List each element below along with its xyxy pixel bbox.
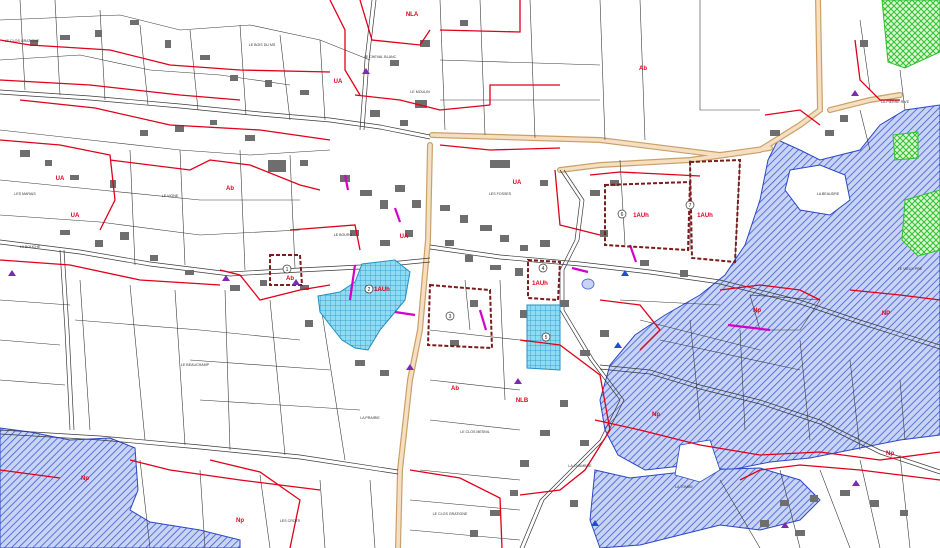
oap-marker[interactable]: 4 (538, 263, 548, 273)
oap-marker[interactable]: 2 (364, 284, 374, 294)
zone-label: Np (652, 412, 660, 418)
zone-label: Np (886, 451, 894, 457)
place-name: LES FOSSES (489, 192, 512, 196)
oap-number: 3 (449, 314, 452, 320)
place-name: LA TOMBE (675, 485, 693, 489)
place-name: LE VIEUX PRE (898, 267, 923, 271)
zone-label: Ab (639, 66, 647, 72)
place-name: LES MARAIS (14, 192, 36, 196)
oap-number: 7 (689, 203, 692, 209)
place-name: LA PIERRE RIVE (881, 100, 910, 104)
zone-label: NLA (406, 12, 419, 18)
oap-number: 2 (368, 287, 371, 293)
oap-marker[interactable]: 7 (685, 200, 695, 210)
place-name: LA BEAUDRE (817, 192, 840, 196)
place-name: LA PRAIRIE (360, 416, 380, 420)
zone-label: 1AUh (633, 213, 649, 219)
zone-label: Ab (451, 386, 459, 392)
oap-marker[interactable]: 6 (617, 209, 627, 219)
oap-marker[interactable]: 5 (541, 332, 551, 342)
zone-label: Ab (226, 186, 234, 192)
place-name: LA CHAMBRE (568, 464, 592, 468)
zone-label: UA (56, 176, 65, 182)
place-name: LE BOURG (334, 233, 353, 237)
oap-marker[interactable]: 1 (282, 264, 292, 274)
zone-label: NLB (516, 398, 529, 404)
zone-label: NP (882, 311, 890, 317)
place-name: LES CROTS (280, 519, 301, 523)
zone-label: Np (81, 476, 89, 482)
place-name: LE CLOS GRATIGNE (5, 39, 40, 43)
land-use-plan-map[interactable]: NLA Ab UA UA Ab UA UA Ab 1AUh 1AUh 1AUh … (0, 0, 940, 548)
zone-label: Np (236, 518, 244, 524)
oap-marker[interactable]: 3 (445, 311, 455, 321)
zone-label: UA (71, 213, 80, 219)
zone-label: 1AUh (374, 287, 390, 293)
oap-number: 5 (545, 335, 548, 341)
zone-label: Ab (286, 276, 294, 282)
pond (581, 278, 595, 290)
place-name: LE CHEVAL BLANC (364, 55, 397, 59)
place-name: LE VIGNE (162, 194, 179, 198)
oap-number: 4 (542, 266, 545, 272)
zone-label: UA (400, 234, 409, 240)
place-name: LE BOIS DU MS (249, 43, 276, 47)
wooded-area-small (892, 131, 919, 161)
zone-label: UA (513, 180, 522, 186)
place-name: LE MOULIN (410, 90, 430, 94)
zone-label: UA (334, 79, 343, 85)
wooded-area-east (901, 189, 940, 257)
place-name: LE CLOS GRATIGNE (433, 512, 468, 516)
oap-number: 6 (621, 212, 624, 218)
zone-label: 1AUh (697, 213, 713, 219)
place-name: LE BEAUCHAMP (181, 363, 210, 367)
zone-label: 1AUh (532, 281, 548, 287)
oap-number: 1 (286, 267, 289, 273)
zone-label: Np (753, 308, 761, 314)
place-name: LE CLOS MESNIL (460, 430, 490, 434)
place-name: LA BOUCHE (20, 245, 41, 249)
